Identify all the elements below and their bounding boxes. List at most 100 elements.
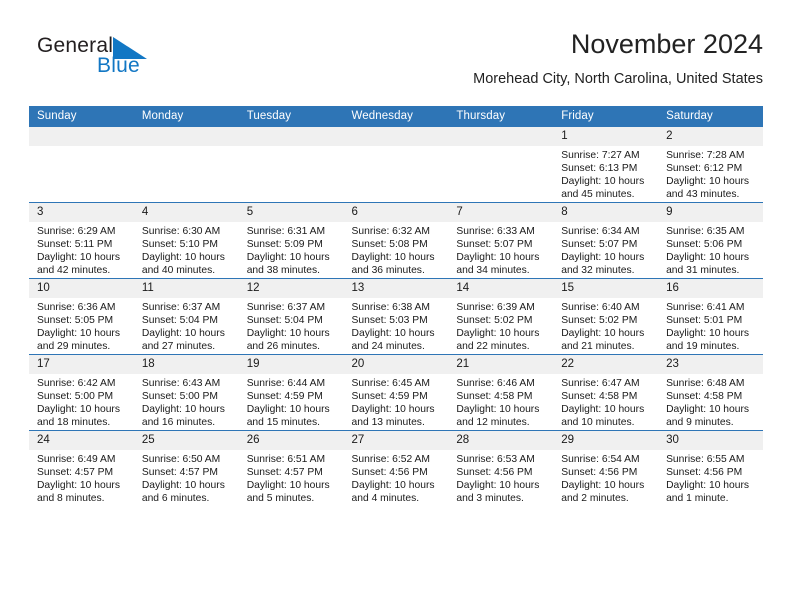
daylight-text-line2: and 10 minutes. [561, 417, 635, 429]
calendar-day-cell[interactable]: 1 Sunrise: 7:27 AM Sunset: 6:13 PM Daylight… [553, 127, 659, 203]
calendar-day-cell[interactable]: 16 Sunrise: 6:41 AM Sunset: 5:01 PM Dayligh… [658, 278, 763, 355]
daylight-text-line1: Daylight: 10 hours [351, 328, 435, 340]
sunrise-text: Sunrise: 6:46 AM [456, 378, 535, 389]
day-details: Sunrise: 6:37 AM Sunset: 5:04 PM Daylight:… [134, 298, 239, 353]
calendar-day-cell[interactable]: 13 Sunrise: 6:38 AM Sunset: 5:03 PM Dayligh… [343, 278, 449, 355]
calendar-day-cell[interactable]: 8 Sunrise: 6:34 AM Sunset: 5:07 PM Daylight… [553, 202, 659, 279]
calendar-day-cell[interactable]: 3 Sunrise: 6:29 AM Sunset: 5:11 PM Daylight… [29, 202, 134, 279]
sunset-text: Sunset: 5:02 PM [456, 315, 533, 327]
daylight-text-line2: and 1 minute. [666, 493, 729, 505]
sunrise-text: Sunrise: 6:29 AM [37, 226, 116, 237]
sunrise-text: Sunrise: 6:54 AM [561, 454, 640, 465]
sunrise-text: Sunrise: 6:38 AM [351, 302, 430, 313]
day-number: 3 [29, 203, 134, 222]
daylight-text-line1: Daylight: 10 hours [456, 328, 540, 340]
sunrise-text: Sunrise: 7:27 AM [561, 150, 640, 161]
daylight-text-line2: and 26 minutes. [246, 341, 320, 353]
weekday-header-row: Sunday Monday Tuesday Wednesday Thursday… [29, 106, 763, 127]
calendar-day-cell[interactable]: 2 Sunrise: 7:28 AM Sunset: 6:12 PM Daylight… [658, 127, 763, 203]
sunset-text: Sunset: 5:09 PM [246, 239, 323, 251]
day-number [29, 127, 134, 146]
brand-logo[interactable]: General Blue [37, 34, 167, 82]
calendar-day-cell[interactable]: 20 Sunrise: 6:45 AM Sunset: 4:59 PM Dayligh… [343, 354, 449, 431]
sunset-text: Sunset: 5:00 PM [37, 391, 114, 403]
day-number: 26 [238, 431, 344, 450]
day-number [448, 127, 554, 146]
sunrise-text: Sunrise: 6:33 AM [456, 226, 535, 237]
calendar-day-cell[interactable]: 29 Sunrise: 6:54 AM Sunset: 4:56 PM Dayligh… [553, 430, 659, 506]
daylight-text-line2: and 16 minutes. [141, 417, 216, 429]
calendar-day-cell[interactable]: 19 Sunrise: 6:44 AM Sunset: 4:59 PM Dayligh… [238, 354, 344, 431]
sunset-text: Sunset: 5:05 PM [37, 315, 114, 327]
daylight-text-line1: Daylight: 10 hours [37, 252, 120, 264]
calendar-day-cell[interactable]: 22 Sunrise: 6:47 AM Sunset: 4:58 PM Dayligh… [553, 354, 659, 431]
sunset-text: Sunset: 5:03 PM [351, 315, 428, 327]
daylight-text-line1: Daylight: 10 hours [666, 252, 750, 264]
sunset-text: Sunset: 4:57 PM [246, 467, 323, 479]
sunset-text: Sunset: 4:56 PM [456, 467, 533, 479]
daylight-text-line2: and 15 minutes. [246, 417, 320, 429]
sunset-text: Sunset: 5:07 PM [561, 239, 638, 251]
weekday-header-wednesday: Wednesday [343, 106, 449, 127]
sunrise-text: Sunrise: 6:47 AM [561, 378, 640, 389]
day-number: 19 [238, 355, 344, 374]
sunset-text: Sunset: 4:59 PM [351, 391, 428, 403]
day-details: Sunrise: 6:51 AM Sunset: 4:57 PM Daylight:… [239, 450, 344, 505]
calendar-day-cell[interactable]: 10 Sunrise: 6:36 AM Sunset: 5:05 PM Dayligh… [29, 278, 134, 355]
sunrise-sunset-calendar: Sunday Monday Tuesday Wednesday Thursday… [29, 106, 763, 506]
calendar-day-cell[interactable]: 25 Sunrise: 6:50 AM Sunset: 4:57 PM Dayligh… [133, 430, 239, 506]
daylight-text-line1: Daylight: 10 hours [141, 480, 225, 492]
daylight-text-line1: Daylight: 10 hours [561, 328, 645, 340]
calendar-day-cell[interactable]: 6 Sunrise: 6:32 AM Sunset: 5:08 PM Daylight… [343, 202, 449, 279]
day-number: 10 [29, 279, 134, 298]
day-number [343, 127, 449, 146]
daylight-text-line2: and 5 minutes. [246, 493, 315, 505]
weekday-header-tuesday: Tuesday [238, 106, 344, 127]
calendar-week-row: 10 Sunrise: 6:36 AM Sunset: 5:05 PM Dayligh… [29, 278, 763, 355]
day-number: 25 [133, 431, 239, 450]
calendar-day-cell[interactable]: 14 Sunrise: 6:39 AM Sunset: 5:02 PM Dayligh… [448, 278, 554, 355]
calendar-day-cell[interactable]: 21 Sunrise: 6:46 AM Sunset: 4:58 PM Dayligh… [448, 354, 554, 431]
page-title: November 2024 [570, 29, 763, 59]
daylight-text-line2: and 34 minutes. [456, 265, 530, 277]
calendar-day-cell[interactable]: 7 Sunrise: 6:33 AM Sunset: 5:07 PM Daylight… [448, 202, 554, 279]
calendar-day-cell[interactable]: 5 Sunrise: 6:31 AM Sunset: 5:09 PM Daylight… [238, 202, 344, 279]
daylight-text-line2: and 18 minutes. [37, 417, 111, 429]
calendar-day-cell[interactable]: 26 Sunrise: 6:51 AM Sunset: 4:57 PM Dayligh… [238, 430, 344, 506]
calendar-day-cell[interactable]: 11 Sunrise: 6:37 AM Sunset: 5:04 PM Dayligh… [133, 278, 239, 355]
sunset-text: Sunset: 6:13 PM [561, 163, 638, 175]
calendar-day-cell[interactable]: 28 Sunrise: 6:53 AM Sunset: 4:56 PM Dayligh… [448, 430, 554, 506]
day-number: 22 [553, 355, 659, 374]
day-details: Sunrise: 6:47 AM Sunset: 4:58 PM Daylight:… [553, 374, 658, 429]
daylight-text-line1: Daylight: 10 hours [666, 176, 750, 188]
day-number: 29 [553, 431, 659, 450]
calendar-day-cell[interactable]: 30 Sunrise: 6:55 AM Sunset: 4:56 PM Dayligh… [658, 430, 763, 506]
calendar-day-cell[interactable]: 18 Sunrise: 6:43 AM Sunset: 5:00 PM Dayligh… [133, 354, 239, 431]
calendar-day-cell[interactable]: 15 Sunrise: 6:40 AM Sunset: 5:02 PM Dayligh… [553, 278, 659, 355]
day-details: Sunrise: 6:30 AM Sunset: 5:10 PM Daylight:… [134, 222, 239, 277]
sunset-text: Sunset: 4:59 PM [246, 391, 323, 403]
day-number: 21 [448, 355, 554, 374]
daylight-text-line2: and 24 minutes. [351, 341, 425, 353]
day-details: Sunrise: 6:49 AM Sunset: 4:57 PM Daylight:… [29, 450, 134, 505]
calendar-day-cell[interactable]: 24 Sunrise: 6:49 AM Sunset: 4:57 PM Dayligh… [29, 430, 134, 506]
calendar-day-cell[interactable]: 17 Sunrise: 6:42 AM Sunset: 5:00 PM Dayligh… [29, 354, 134, 431]
sunrise-text: Sunrise: 6:40 AM [561, 302, 640, 313]
daylight-text-line2: and 4 minutes. [351, 493, 420, 505]
sunset-text: Sunset: 6:12 PM [666, 163, 743, 175]
calendar-day-cell[interactable]: 9 Sunrise: 6:35 AM Sunset: 5:06 PM Daylight… [658, 202, 763, 279]
day-details: Sunrise: 6:35 AM Sunset: 5:06 PM Daylight:… [658, 222, 763, 277]
calendar-day-cell-empty [448, 127, 554, 203]
day-number: 30 [658, 431, 763, 450]
calendar-day-cell[interactable]: 23 Sunrise: 6:48 AM Sunset: 4:58 PM Dayligh… [658, 354, 763, 431]
day-number: 18 [133, 355, 239, 374]
calendar-day-cell[interactable]: 27 Sunrise: 6:52 AM Sunset: 4:56 PM Dayligh… [343, 430, 449, 506]
day-details: Sunrise: 6:38 AM Sunset: 5:03 PM Daylight:… [344, 298, 449, 353]
calendar-day-cell-empty [238, 127, 344, 203]
day-details: Sunrise: 6:43 AM Sunset: 5:00 PM Daylight:… [134, 374, 239, 429]
daylight-text-line2: and 38 minutes. [246, 265, 320, 277]
day-details: Sunrise: 6:33 AM Sunset: 5:07 PM Daylight:… [448, 222, 553, 277]
calendar-day-cell[interactable]: 12 Sunrise: 6:37 AM Sunset: 5:04 PM Dayligh… [238, 278, 344, 355]
brand-name-blue: Blue [97, 54, 140, 77]
calendar-day-cell[interactable]: 4 Sunrise: 6:30 AM Sunset: 5:10 PM Daylight… [133, 202, 239, 279]
